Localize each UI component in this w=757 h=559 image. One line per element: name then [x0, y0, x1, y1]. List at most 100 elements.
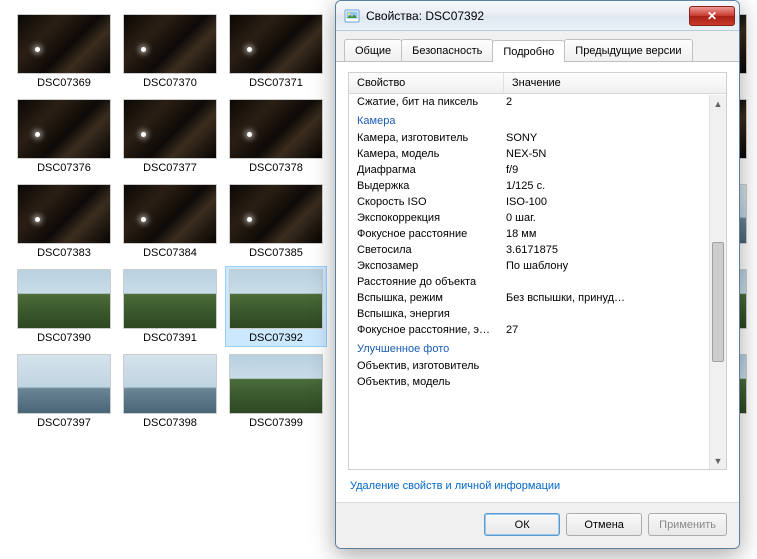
- property-value: 1/125 с.: [504, 180, 709, 192]
- button-bar: ОК Отмена Применить: [336, 502, 739, 548]
- thumbnail-image: [123, 99, 217, 159]
- thumbnail-label: DSC07369: [37, 77, 91, 89]
- tab-strip: Общие Безопасность Подробно Предыдущие в…: [336, 31, 739, 62]
- scroll-thumb[interactable]: [712, 242, 724, 362]
- property-value: SONY: [504, 132, 709, 144]
- thumbnail-image: [229, 269, 323, 329]
- property-row[interactable]: Объектив, модель: [349, 374, 709, 390]
- property-list: Свойство Значение Сжатие, бит на пиксель…: [348, 72, 727, 470]
- property-name: Экспокоррекция: [357, 212, 504, 224]
- property-row[interactable]: Камера, изготовительSONY: [349, 130, 709, 146]
- property-row[interactable]: ЭкспозамерПо шаблону: [349, 258, 709, 274]
- col-property[interactable]: Свойство: [349, 73, 504, 93]
- thumbnail-label: DSC07384: [143, 247, 197, 259]
- property-value: [504, 276, 709, 288]
- property-name: Диафрагма: [357, 164, 504, 176]
- property-name: Объектив, модель: [357, 376, 504, 388]
- thumbnail-image: [229, 14, 323, 74]
- thumbnail[interactable]: DSC07399: [226, 352, 326, 431]
- thumbnail-image: [17, 14, 111, 74]
- thumbnail[interactable]: DSC07376: [14, 97, 114, 176]
- ok-button[interactable]: ОК: [484, 513, 560, 536]
- property-value: NEX-5N: [504, 148, 709, 160]
- property-rows: Сжатие, бит на пиксель2КамераКамера, изг…: [349, 94, 726, 469]
- scrollbar[interactable]: ▲ ▼: [709, 95, 726, 469]
- scroll-track[interactable]: [710, 112, 726, 452]
- thumbnail-image: [123, 14, 217, 74]
- thumbnail-label: DSC07397: [37, 417, 91, 429]
- property-name: Светосила: [357, 244, 504, 256]
- thumbnail[interactable]: DSC07377: [120, 97, 220, 176]
- property-row[interactable]: Сжатие, бит на пиксель2: [349, 94, 709, 110]
- property-value: 0 шаг.: [504, 212, 709, 224]
- titlebar[interactable]: Свойства: DSC07392 ✕: [336, 1, 739, 31]
- property-row[interactable]: Выдержка1/125 с.: [349, 178, 709, 194]
- property-value: По шаблону: [504, 260, 709, 272]
- thumbnail[interactable]: DSC07385: [226, 182, 326, 261]
- thumbnail-label: DSC07383: [37, 247, 91, 259]
- thumbnail-label: DSC07398: [143, 417, 197, 429]
- thumbnail[interactable]: DSC07392: [226, 267, 326, 346]
- thumbnail[interactable]: DSC07398: [120, 352, 220, 431]
- property-value: ISO-100: [504, 196, 709, 208]
- thumbnail-image: [123, 184, 217, 244]
- thumbnail[interactable]: DSC07370: [120, 12, 220, 91]
- section-camera: Камера: [349, 110, 709, 130]
- property-name: Скорость ISO: [357, 196, 504, 208]
- property-name: Фокусное расстояние: [357, 228, 504, 240]
- apply-button[interactable]: Применить: [648, 513, 727, 536]
- tab-security[interactable]: Безопасность: [401, 39, 493, 61]
- tab-details[interactable]: Подробно: [492, 40, 565, 62]
- property-row[interactable]: Диафрагмаf/9: [349, 162, 709, 178]
- close-icon: ✕: [707, 10, 717, 22]
- property-row[interactable]: Вспышка, режимБез вспышки, принуд…: [349, 290, 709, 306]
- property-name: Экспозамер: [357, 260, 504, 272]
- properties-dialog: Свойства: DSC07392 ✕ Общие Безопасность …: [335, 0, 740, 549]
- property-row[interactable]: Объектив, изготовитель: [349, 358, 709, 374]
- property-row[interactable]: Светосила3.6171875: [349, 242, 709, 258]
- thumbnail[interactable]: DSC07397: [14, 352, 114, 431]
- thumbnail-image: [17, 184, 111, 244]
- thumbnail-image: [17, 354, 111, 414]
- thumbnail[interactable]: DSC07390: [14, 267, 114, 346]
- thumbnail-label: DSC07370: [143, 77, 197, 89]
- property-row[interactable]: Скорость ISOISO-100: [349, 194, 709, 210]
- property-name: Вспышка, энергия: [357, 308, 504, 320]
- close-button[interactable]: ✕: [689, 6, 735, 26]
- property-value: [504, 360, 709, 372]
- thumbnail[interactable]: DSC07369: [14, 12, 114, 91]
- scroll-down-button[interactable]: ▼: [710, 452, 726, 469]
- thumbnail-image: [17, 269, 111, 329]
- property-row[interactable]: Камера, модельNEX-5N: [349, 146, 709, 162]
- tab-previous-versions[interactable]: Предыдущие версии: [564, 39, 692, 61]
- tab-general[interactable]: Общие: [344, 39, 402, 61]
- thumbnail-label: DSC07399: [249, 417, 303, 429]
- property-value: [504, 308, 709, 320]
- property-value: 3.6171875: [504, 244, 709, 256]
- cancel-button[interactable]: Отмена: [566, 513, 642, 536]
- col-value[interactable]: Значение: [504, 73, 726, 93]
- property-row[interactable]: Фокусное расстояние18 мм: [349, 226, 709, 242]
- thumbnail-image: [229, 184, 323, 244]
- thumbnail[interactable]: DSC07384: [120, 182, 220, 261]
- property-value: 18 мм: [504, 228, 709, 240]
- property-row[interactable]: Расстояние до объекта: [349, 274, 709, 290]
- thumbnail[interactable]: DSC07383: [14, 182, 114, 261]
- property-row[interactable]: Фокусное расстояние, э…27: [349, 322, 709, 338]
- property-value: 2: [504, 96, 709, 108]
- thumbnail-label: DSC07377: [143, 162, 197, 174]
- property-value: Без вспышки, принуд…: [504, 292, 709, 304]
- remove-properties-link[interactable]: Удаление свойств и личной информации: [350, 480, 560, 492]
- property-value: f/9: [504, 164, 709, 176]
- property-row[interactable]: Экспокоррекция0 шаг.: [349, 210, 709, 226]
- property-name: Расстояние до объекта: [357, 276, 504, 288]
- property-row[interactable]: Вспышка, энергия: [349, 306, 709, 322]
- thumbnail-image: [123, 354, 217, 414]
- thumbnail-label: DSC07378: [249, 162, 303, 174]
- property-name: Камера, модель: [357, 148, 504, 160]
- thumbnail[interactable]: DSC07371: [226, 12, 326, 91]
- thumbnail[interactable]: DSC07378: [226, 97, 326, 176]
- thumbnail[interactable]: DSC07391: [120, 267, 220, 346]
- details-panel: Свойство Значение Сжатие, бит на пиксель…: [336, 62, 739, 502]
- scroll-up-button[interactable]: ▲: [710, 95, 726, 112]
